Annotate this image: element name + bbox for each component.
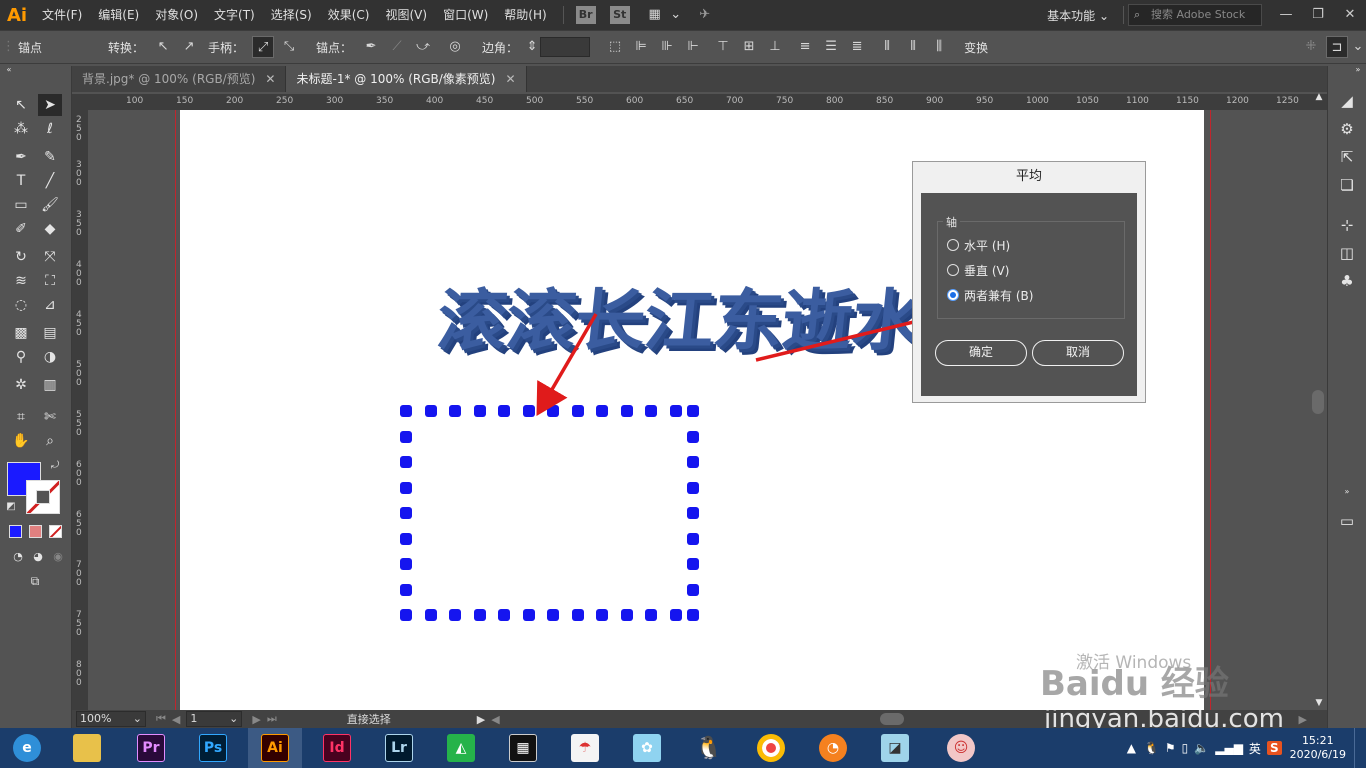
- sogou-input-icon[interactable]: S: [1266, 741, 1282, 755]
- panel-expand-icon[interactable]: »: [1332, 486, 1362, 498]
- scroll-right-icon[interactable]: ▶: [1299, 713, 1307, 726]
- chrome-icon: [757, 734, 785, 762]
- panel-expand-icon[interactable]: »: [1352, 64, 1364, 76]
- average-dialog: 平均 轴 水平 (H) 垂直 (V) 两者兼有 (B) 确定 取消: [912, 161, 1146, 403]
- radio-label: 垂直 (V): [964, 263, 1010, 278]
- export-icon[interactable]: ⇱: [1336, 146, 1358, 168]
- scroll-up-icon[interactable]: ▲: [1312, 90, 1326, 104]
- firefox-icon: ◔: [819, 734, 847, 762]
- radio-label: 两者兼有 (B): [964, 288, 1034, 303]
- radio-horizontal[interactable]: 水平 (H): [947, 237, 1010, 253]
- taskbar-lightroom[interactable]: Lr: [372, 728, 426, 768]
- browser-360-icon: e: [13, 734, 41, 762]
- network-icon[interactable]: ▂▄▆: [1215, 741, 1243, 755]
- radio-button[interactable]: [947, 239, 959, 251]
- scroll-down-icon[interactable]: ▼: [1312, 696, 1326, 710]
- dialog-title: 平均: [1015, 169, 1042, 184]
- taskbar-umbrella-app[interactable]: ☂: [558, 728, 612, 768]
- taskbar-file-explorer[interactable]: [60, 728, 114, 768]
- artboard-number: 1: [190, 712, 198, 725]
- last-artboard-icon[interactable]: ⏭: [267, 712, 277, 726]
- premiere-icon: Pr: [137, 734, 165, 762]
- artboard-number-select[interactable]: 1 ⌄: [186, 711, 243, 727]
- show-desktop-button[interactable]: [1354, 728, 1360, 768]
- avatar-icon: ☺: [947, 734, 975, 762]
- radio-vertical[interactable]: 垂直 (V): [947, 262, 1009, 278]
- symbols-icon[interactable]: ♣: [1336, 270, 1358, 292]
- show-hidden-icons-icon[interactable]: ▲: [1127, 741, 1136, 755]
- clock[interactable]: 15:21 2020/6/19: [1290, 734, 1346, 762]
- system-tray: ▲ 🐧 ⚑ ▯ 🔈 ▂▄▆ 英 S 15:21 2020/6/19: [1127, 728, 1360, 768]
- ok-button[interactable]: 确定: [935, 340, 1027, 366]
- volume-icon[interactable]: 🔈: [1194, 741, 1209, 755]
- axis-group-label: 轴: [943, 214, 960, 230]
- taskbar-firefox[interactable]: ◔: [806, 728, 860, 768]
- radio-button[interactable]: [947, 264, 959, 276]
- lightroom-icon: Lr: [385, 734, 413, 762]
- taskbar-notes-app[interactable]: ◪: [868, 728, 922, 768]
- film-icon: ▦: [509, 734, 537, 762]
- taskbar-browser-360[interactable]: e: [0, 728, 54, 768]
- taskbar-cartoon-app[interactable]: ✿: [620, 728, 674, 768]
- clock-time: 15:21: [1301, 734, 1334, 747]
- color-guide-icon[interactable]: ◢: [1336, 90, 1358, 112]
- prev-artboard-icon[interactable]: ◀: [172, 713, 180, 726]
- pathfinder-icon[interactable]: ◫: [1336, 242, 1358, 264]
- chevron-down-icon: ⌄: [132, 712, 142, 725]
- taskbar-illustrator[interactable]: Ai: [248, 728, 302, 768]
- cartoon-app-icon: ✿: [633, 734, 661, 762]
- ime-indicator[interactable]: 英: [1249, 740, 1261, 757]
- flag-icon[interactable]: ⚑: [1165, 741, 1176, 755]
- folder-icon: [73, 734, 101, 762]
- indesign-icon: Id: [323, 734, 351, 762]
- zoom-select[interactable]: 100% ⌄: [76, 711, 146, 727]
- first-artboard-icon[interactable]: ⏮: [156, 712, 166, 726]
- green-app-icon: ◭: [447, 734, 475, 762]
- taskbar-chrome[interactable]: [744, 728, 798, 768]
- radio-both[interactable]: 两者兼有 (B): [947, 287, 1033, 303]
- notes-icon: ◪: [881, 734, 909, 762]
- windows-taskbar: e Pr Ps Ai Id Lr ◭ ▦ ☂ ✿ 🐧 ◔ ◪ ☺ ▲ 🐧 ⚑ ▯…: [0, 728, 1366, 768]
- chevron-down-icon: ⌄: [229, 712, 239, 725]
- vertical-scrollbar-thumb[interactable]: [1312, 390, 1324, 414]
- right-panel-dock: » ◢ ⚙ ⇱ ❏ ⊹ ◫ ♣ » ▭ ▲ ▼: [1312, 64, 1366, 728]
- umbrella-icon: ☂: [571, 734, 599, 762]
- zoom-value: 100%: [80, 712, 112, 725]
- qq-tray-icon[interactable]: 🐧: [1144, 741, 1159, 755]
- transform-panel-icon[interactable]: ⊹: [1336, 214, 1358, 236]
- qq-penguin-icon: 🐧: [695, 735, 723, 761]
- radio-button-checked[interactable]: [947, 289, 959, 301]
- photoshop-icon: Ps: [199, 734, 227, 762]
- next-artboard-icon[interactable]: ▶: [252, 713, 260, 726]
- horizontal-scrollbar-thumb[interactable]: [879, 713, 904, 725]
- battery-icon[interactable]: ▯: [1182, 741, 1189, 755]
- gradient-panel-icon[interactable]: ▭: [1336, 510, 1358, 532]
- libraries-icon[interactable]: ⚙: [1336, 118, 1358, 140]
- status-menu-icon[interactable]: ▶: [477, 713, 485, 726]
- dialog-body: 轴 水平 (H) 垂直 (V) 两者兼有 (B) 确定 取消: [921, 193, 1137, 396]
- cancel-button[interactable]: 取消: [1032, 340, 1124, 366]
- arrow-to-anchor: [536, 313, 598, 417]
- baidu-jingyan-watermark: Baidu 经验: [1040, 664, 1229, 704]
- illustrator-icon: Ai: [261, 734, 289, 762]
- taskbar-green-app[interactable]: ◭: [434, 728, 488, 768]
- taskbar-video-editor[interactable]: ▦: [496, 728, 550, 768]
- scroll-left-icon[interactable]: ◀: [491, 713, 499, 726]
- clock-date: 2020/6/19: [1289, 748, 1346, 761]
- taskbar-photoshop[interactable]: Ps: [186, 728, 240, 768]
- taskbar-premiere[interactable]: Pr: [124, 728, 178, 768]
- radio-label: 水平 (H): [964, 238, 1011, 253]
- taskbar-indesign[interactable]: Id: [310, 728, 364, 768]
- current-tool-label: 直接选择: [346, 713, 391, 726]
- taskbar-avatar-app[interactable]: ☺: [934, 728, 988, 768]
- layers-icon[interactable]: ❏: [1336, 174, 1358, 196]
- taskbar-qq[interactable]: 🐧: [682, 728, 736, 768]
